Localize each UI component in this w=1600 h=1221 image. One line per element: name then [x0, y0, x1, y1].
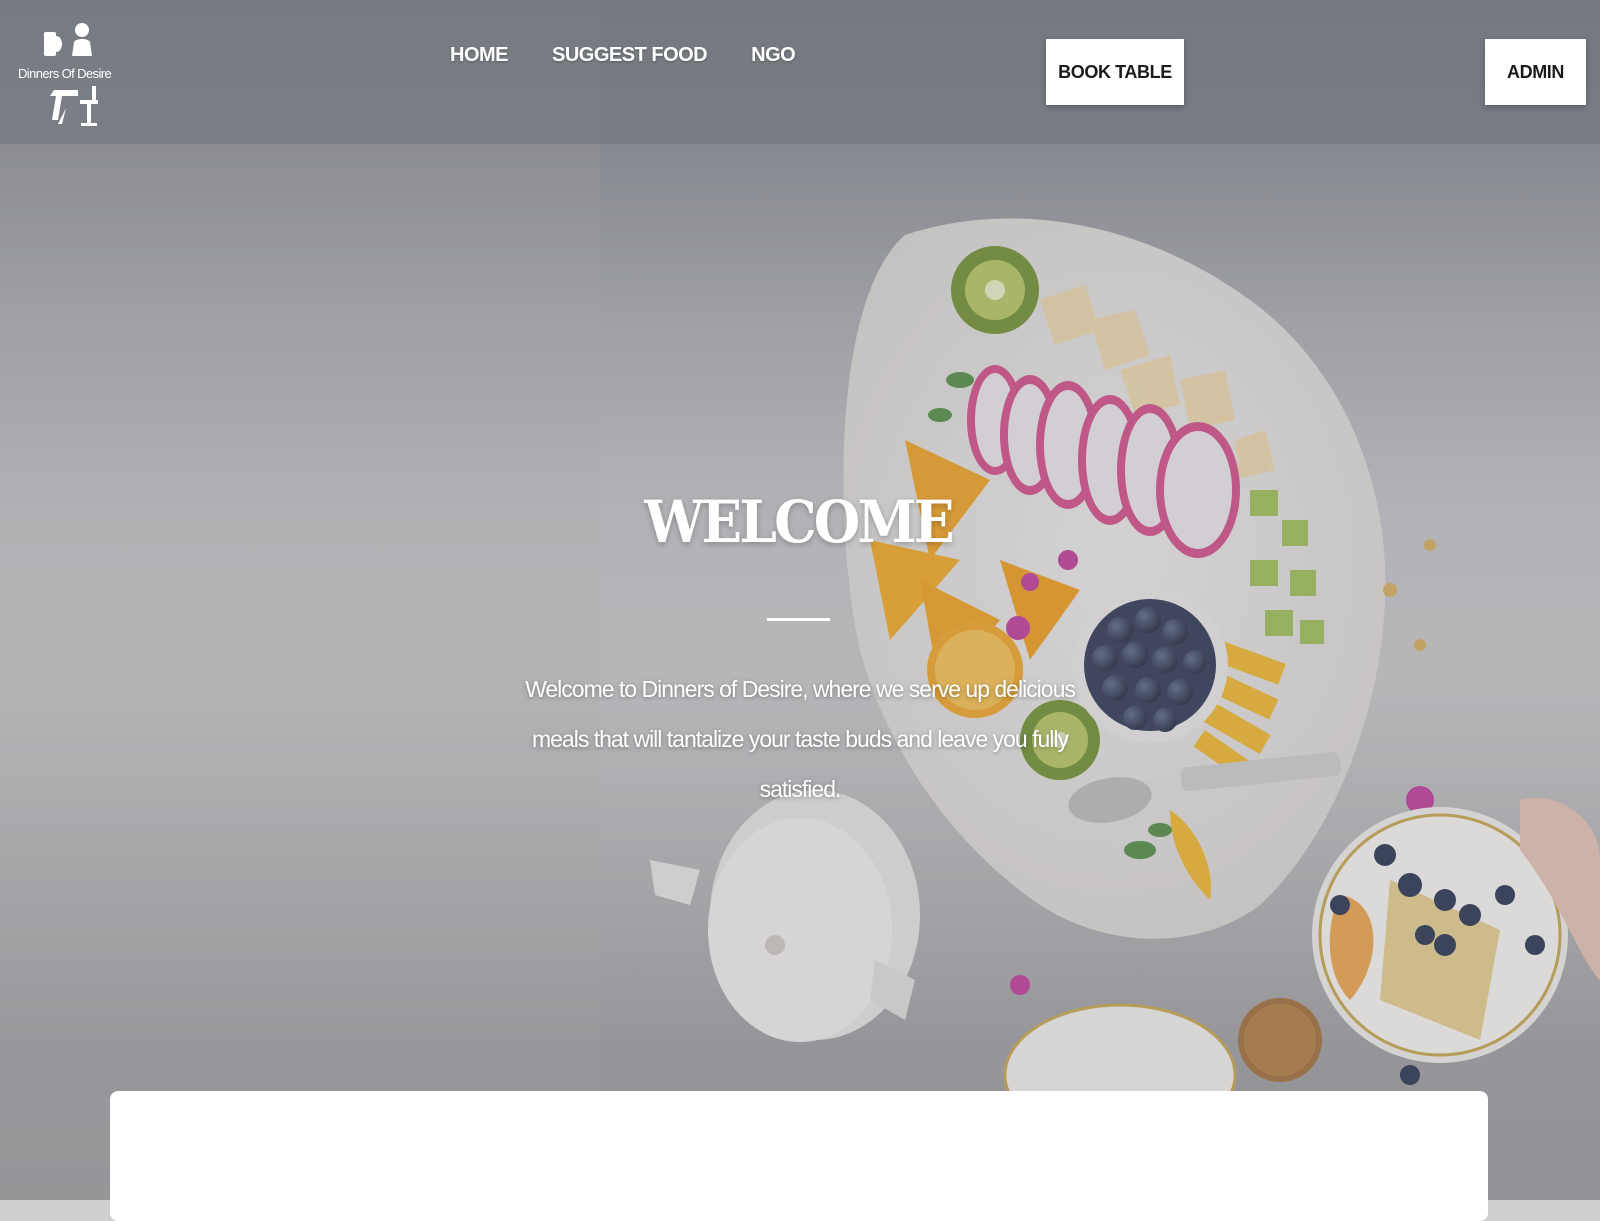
title-divider — [767, 618, 830, 621]
content-card — [110, 1091, 1488, 1221]
nav-ngo[interactable]: NGO — [751, 44, 796, 67]
site-header: Dinners Of Desire HOME SUGGEST FOOD NGO … — [0, 0, 1600, 144]
main-nav: HOME SUGGEST FOOD NGO — [450, 44, 796, 67]
brand-name: Dinners Of Desire — [18, 66, 112, 81]
welcome-text: Welcome to Dinners of Desire, where we s… — [525, 676, 1076, 802]
hero-food-image — [0, 0, 1600, 1200]
welcome-title: WELCOME — [644, 488, 954, 556]
book-table-button[interactable]: BOOK TABLE — [1046, 39, 1184, 105]
nav-home[interactable]: HOME — [450, 44, 509, 67]
brand-logo[interactable]: Dinners Of Desire — [18, 20, 112, 132]
admin-button[interactable]: ADMIN — [1485, 39, 1586, 105]
hero-section — [0, 0, 1600, 1200]
nav-suggest-food[interactable]: SUGGEST FOOD — [552, 44, 708, 67]
